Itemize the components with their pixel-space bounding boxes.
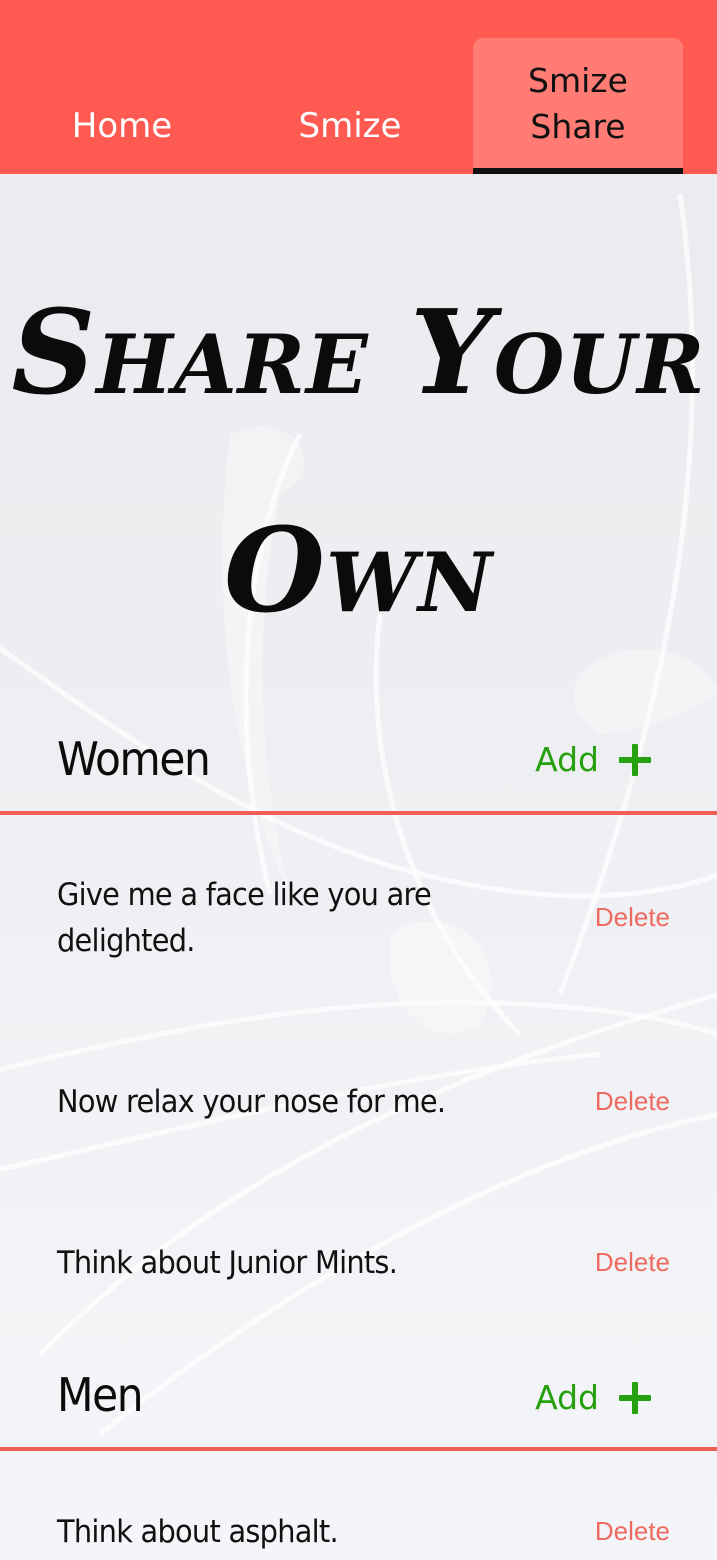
list-item: Think about asphalt. Delete <box>0 1509 717 1559</box>
plus-icon <box>619 1381 651 1414</box>
section-title-men: Men <box>57 1368 144 1422</box>
tab-smize-share-label-line2: Share <box>530 107 626 146</box>
list-item-text: Think about asphalt. <box>57 1514 339 1550</box>
tab-home[interactable]: Home <box>8 103 236 149</box>
plus-icon <box>619 743 651 776</box>
delete-button[interactable]: Delete <box>595 902 670 933</box>
tab-smize-share[interactable]: Smize Share <box>473 38 683 174</box>
list-item: Think about Junior Mints. Delete <box>0 1240 717 1300</box>
delete-button[interactable]: Delete <box>595 1086 670 1117</box>
list-item: Give me a face like you are delighted. D… <box>0 872 717 972</box>
section-title-women: Women <box>57 732 211 786</box>
delete-button[interactable]: Delete <box>595 1516 670 1547</box>
section-divider-women <box>0 811 717 815</box>
delete-button[interactable]: Delete <box>595 1247 670 1278</box>
list-item-text: Think about Junior Mints. <box>57 1245 398 1281</box>
list-item-text: Give me a face like you are delighted. <box>57 877 432 959</box>
section-header-women: Women Add <box>0 720 717 810</box>
tab-smize-share-label-line1: Smize <box>528 61 628 100</box>
page-title: Share Your Own <box>11 285 706 639</box>
section-header-men: Men Add <box>0 1358 717 1448</box>
tab-smize[interactable]: Smize <box>236 103 464 149</box>
section-divider-men <box>0 1447 717 1451</box>
add-men-label: Add <box>535 1378 599 1417</box>
add-women-button[interactable]: Add <box>535 740 651 779</box>
add-men-button[interactable]: Add <box>535 1378 651 1417</box>
top-navigation-bar: Home Smize Smize Share <box>0 0 717 174</box>
list-item: Now relax your nose for me. Delete <box>0 1079 717 1139</box>
add-women-label: Add <box>535 740 599 779</box>
list-item-text: Now relax your nose for me. <box>57 1084 446 1120</box>
